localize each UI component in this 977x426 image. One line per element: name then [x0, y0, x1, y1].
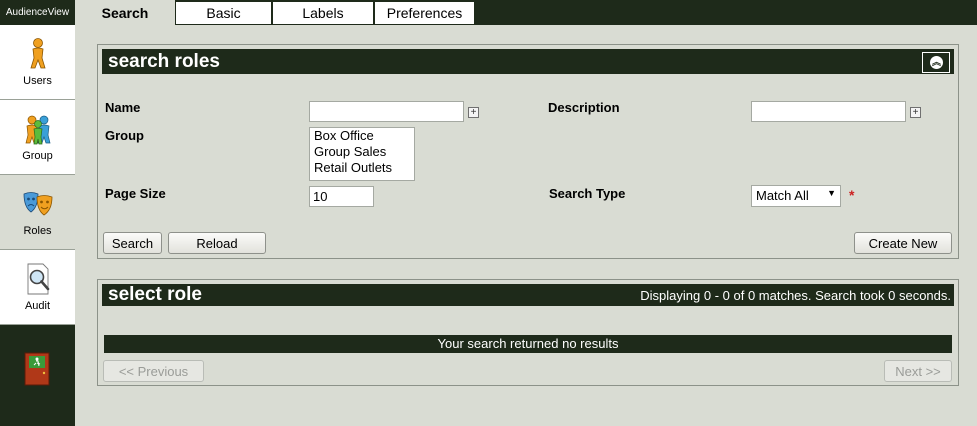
search-type-value: Match All [756, 188, 809, 203]
search-type-select[interactable]: Match All ▼ [751, 185, 841, 207]
search-roles-header: search roles ︽ [102, 49, 954, 74]
user-icon [29, 38, 46, 69]
exit-door-icon[interactable] [24, 352, 50, 386]
group-option[interactable]: Retail Outlets [310, 160, 414, 176]
sidebar-item-label: Audit [24, 300, 51, 312]
results-status: Displaying 0 - 0 of 0 matches. Search to… [640, 288, 951, 303]
next-button[interactable]: Next >> [884, 360, 952, 382]
name-input[interactable] [309, 101, 464, 122]
magnifier-document-icon [27, 263, 49, 295]
name-expand-icon[interactable]: + [468, 107, 479, 118]
group-listbox[interactable]: Box Office Group Sales Retail Outlets [309, 127, 415, 181]
search-roles-panel: search roles ︽ Name + Description + Grou… [97, 44, 959, 259]
empty-results-message: Your search returned no results [104, 335, 952, 353]
group-icon [25, 115, 50, 145]
tab-preferences[interactable]: Preferences [374, 1, 475, 25]
collapse-button[interactable]: ︽ [922, 52, 950, 73]
group-label: Group [105, 128, 144, 143]
description-label: Description [548, 100, 620, 115]
panel-title: select role [108, 284, 202, 305]
theater-masks-icon [23, 192, 52, 216]
tab-labels[interactable]: Labels [272, 1, 374, 25]
collapse-up-icon: ︽ [930, 56, 943, 69]
name-label: Name [105, 100, 141, 115]
search-button[interactable]: Search [103, 232, 162, 254]
description-input[interactable] [751, 101, 906, 122]
page-size-label: Page Size [105, 186, 166, 201]
panel-title: search roles [108, 51, 220, 72]
select-role-panel: select role Displaying 0 - 0 of 0 matche… [97, 279, 959, 386]
sidebar-item-roles[interactable]: Roles [0, 175, 75, 250]
tab-search[interactable]: Search [75, 0, 175, 25]
sidebar: AudienceView Users Group Roles Audit [0, 0, 75, 426]
tab-bar: Search Basic Labels Preferences [75, 0, 977, 25]
search-type-label: Search Type [549, 186, 626, 201]
sidebar-item-label: Users [23, 75, 52, 87]
previous-button[interactable]: << Previous [103, 360, 204, 382]
select-role-header: select role Displaying 0 - 0 of 0 matche… [102, 284, 954, 306]
sidebar-item-label: Group [22, 150, 53, 162]
sidebar-item-label: Roles [23, 225, 52, 237]
reload-button[interactable]: Reload [168, 232, 266, 254]
page-size-input[interactable] [309, 186, 374, 207]
group-option[interactable]: Group Sales [310, 144, 414, 160]
create-new-button[interactable]: Create New [854, 232, 952, 254]
brand-label: AudienceView [0, 0, 75, 25]
sidebar-item-group[interactable]: Group [0, 100, 75, 175]
chevron-down-icon: ▼ [827, 188, 836, 198]
tab-basic[interactable]: Basic [175, 1, 272, 25]
group-option[interactable]: Box Office [310, 128, 414, 144]
description-expand-icon[interactable]: + [910, 107, 921, 118]
sidebar-item-users[interactable]: Users [0, 25, 75, 100]
required-marker: * [849, 187, 855, 203]
sidebar-item-audit[interactable]: Audit [0, 250, 75, 325]
